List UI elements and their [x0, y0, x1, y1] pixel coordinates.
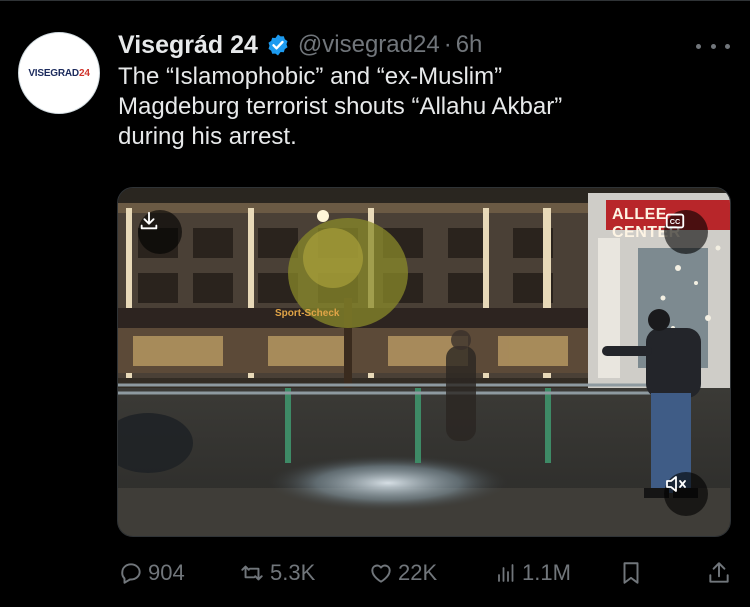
avatar-logo: VISEGRAD24 [28, 67, 90, 79]
cc-icon: CC [665, 213, 685, 229]
svg-text:CC: CC [670, 217, 681, 226]
repost-button[interactable]: 5.3K [238, 558, 315, 588]
tweet-actions: 904 5.3K 22K 1.1M [118, 558, 732, 588]
account-name[interactable]: Visegrád 24 [118, 31, 258, 60]
tweet-line: Magdeburg terrorist shouts “Allahu Akbar… [118, 93, 563, 120]
timestamp[interactable]: 6h [456, 31, 483, 59]
bookmark-button[interactable] [618, 558, 648, 588]
like-count: 22K [398, 560, 438, 585]
reply-icon [121, 563, 141, 584]
store-sign: Sport-Scheck [275, 308, 340, 319]
heart-icon [371, 564, 391, 583]
avatar[interactable]: VISEGRAD24 [18, 32, 100, 114]
views-icon [498, 564, 514, 582]
separator: · [443, 31, 452, 58]
tweet-line: during his arrest. [118, 123, 297, 150]
repost-count: 5.3K [270, 560, 316, 585]
tweet-line: The “Islamophobic” and “ex-Muslim” [118, 63, 503, 90]
account-handle[interactable]: @visegrad24 [298, 31, 440, 59]
repost-icon [241, 565, 263, 581]
bookmark-icon [623, 562, 639, 584]
view-count: 1.1M [522, 560, 571, 585]
reply-count: 904 [148, 560, 185, 585]
reply-button[interactable]: 904 [118, 558, 185, 588]
views-button[interactable]: 1.1M [494, 558, 571, 588]
mute-button[interactable] [664, 472, 708, 516]
share-icon [709, 562, 729, 583]
divider [0, 0, 750, 1]
download-button[interactable] [138, 210, 182, 254]
verified-badge-icon[interactable] [266, 33, 290, 57]
captions-button[interactable]: CC [664, 210, 708, 254]
tweet-header: Visegrád 24 @visegrad24 · 6h [118, 30, 482, 60]
video-player[interactable]: Sport-Scheck ALLEE CENTER CC [117, 187, 731, 537]
share-button[interactable] [706, 558, 736, 588]
mute-icon [666, 476, 686, 492]
like-button[interactable]: 22K [368, 558, 437, 588]
download-icon [140, 211, 158, 230]
tweet-text: The “Islamophobic” and “ex-Muslim” Magde… [118, 62, 718, 152]
more-options-icon[interactable] [696, 36, 730, 56]
